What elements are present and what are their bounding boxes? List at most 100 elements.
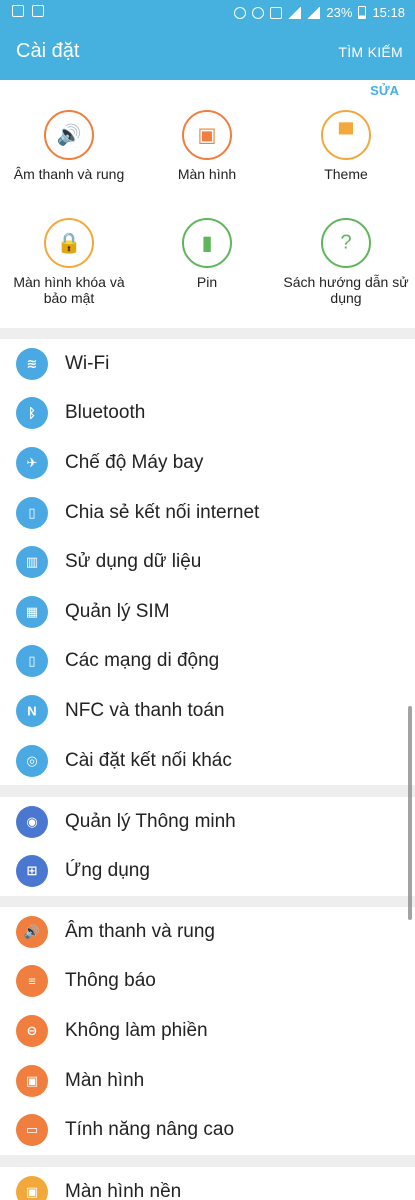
lock-icon: 🔒: [44, 218, 94, 268]
settings-item-label: Âm thanh và rung: [65, 920, 215, 942]
quick-setting-label: Âm thanh và rung: [13, 166, 125, 182]
sim-indicator-icon: [270, 6, 283, 19]
settings-item-label: Chia sẻ kết nối internet: [65, 501, 260, 523]
settings-item-label: Sử dụng dữ liệu: [65, 551, 202, 573]
settings-item-label: Không làm phiền: [65, 1019, 208, 1041]
advanced-features-icon: ▭: [16, 1114, 48, 1147]
settings-item-hotspot[interactable]: ▯ Chia sẻ kết nối internet: [0, 488, 415, 538]
speaker-icon: 🔊: [44, 110, 94, 160]
mobile-network-icon-glyph: ▯: [28, 653, 36, 669]
speaker-icon: 🔊: [16, 915, 48, 948]
wallpaper-icon: ▣: [16, 1175, 48, 1200]
mobile-network-icon: ▯: [16, 645, 48, 678]
battery-icon: ▮: [182, 218, 232, 268]
settings-item-display-settings[interactable]: ▣ Màn hình: [0, 1056, 415, 1106]
settings-item-bluetooth[interactable]: ᛒ Bluetooth: [0, 389, 415, 439]
quick-setting-label: Theme: [324, 166, 368, 182]
settings-item-label: Quản lý SIM: [65, 600, 170, 622]
signal-icon-2: [307, 6, 321, 19]
settings-item-sim-card[interactable]: ▦ Quản lý SIM: [0, 587, 415, 637]
settings-section-3: 🔊 Âm thanh và rung ≡ Thông báo ⊖ Không làm ph…: [0, 907, 415, 1155]
airplane-icon-glyph: ✈: [26, 454, 38, 470]
settings-item-speaker[interactable]: 🔊 Âm thanh và rung: [0, 907, 415, 957]
quick-setting-paintbrush[interactable]: ▀ Theme: [277, 110, 415, 182]
settings-item-label: Wi-Fi: [65, 352, 110, 374]
speaker-icon-glyph: 🔊: [23, 923, 41, 939]
settings-item-label: Thông báo: [65, 970, 156, 992]
settings-item-label: Cài đặt kết nối khác: [65, 749, 232, 771]
settings-item-notification[interactable]: ≡ Thông báo: [0, 957, 415, 1007]
lock-icon-glyph: 🔒: [56, 232, 82, 255]
quick-setting-battery[interactable]: ▮ Pin: [138, 218, 276, 290]
settings-item-smart-manager[interactable]: ◉ Quản lý Thông minh: [0, 797, 415, 847]
settings-item-do-not-disturb[interactable]: ⊖ Không làm phiền: [0, 1006, 415, 1056]
quick-setting-label: Màn hình: [177, 166, 237, 182]
battery-icon-glyph: ▮: [201, 232, 213, 255]
settings-item-more-connections[interactable]: ◎ Cài đặt kết nối khác: [0, 736, 415, 786]
settings-item-label: Bluetooth: [65, 402, 146, 424]
settings-item-label: Chế độ Máy bay: [65, 451, 204, 473]
quick-setting-label: Sách hướng dẫn sử dụng: [283, 274, 409, 306]
settings-section-1: ≋ Wi-Fi ᛒ Bluetooth ✈ Chế độ Máy bay ▯ Chia sẻ …: [0, 339, 415, 786]
apps-icon: ⊞: [16, 855, 48, 888]
settings-item-data-usage[interactable]: ▥ Sử dụng dữ liệu: [0, 537, 415, 587]
display-settings-icon: ▣: [182, 110, 232, 160]
scrollbar[interactable]: [408, 706, 412, 920]
data-usage-icon: ▥: [16, 546, 48, 579]
battery-percent: 23%: [326, 5, 353, 20]
clock: 15:18: [372, 5, 405, 20]
page-title: Cài đặt: [16, 40, 80, 62]
settings-section-2: ◉ Quản lý Thông minh ⊞ Ứng dụng: [0, 797, 415, 897]
display-settings-icon-glyph: ▣: [25, 1072, 39, 1088]
quick-setting-speaker[interactable]: 🔊 Âm thanh và rung: [0, 110, 138, 182]
settings-item-nfc[interactable]: N NFC và thanh toán: [0, 686, 415, 736]
apps-icon-glyph: ⊞: [26, 863, 38, 879]
mute-icon: [252, 6, 265, 19]
quick-setting-help-book[interactable]: ? Sách hướng dẫn sử dụng: [277, 218, 415, 306]
data-usage-icon-glyph: ▥: [25, 554, 39, 570]
quick-setting-label: Pin: [196, 274, 218, 290]
settings-item-label: Quản lý Thông minh: [65, 810, 236, 832]
settings-item-airplane[interactable]: ✈ Chế độ Máy bay: [0, 438, 415, 488]
airplane-icon: ✈: [16, 446, 48, 479]
more-connections-icon-glyph: ◎: [26, 752, 38, 768]
sim-card-icon-glyph: ▦: [25, 603, 39, 619]
bluetooth-icon-glyph: ᛒ: [28, 405, 36, 421]
quick-setting-display-settings[interactable]: ▣ Màn hình: [138, 110, 276, 182]
settings-item-apps[interactable]: ⊞ Ứng dụng: [0, 847, 415, 897]
quick-settings-panel: SỬA 🔊 Âm thanh và rung ▣ Màn hình ▀ Theme 🔒 Màn…: [0, 80, 415, 328]
settings-item-wallpaper[interactable]: ▣ Màn hình nền: [0, 1167, 415, 1200]
battery-icon: [358, 6, 367, 19]
settings-item-label: Các mạng di động: [65, 650, 220, 672]
smart-manager-icon-glyph: ◉: [26, 813, 38, 829]
hotspot-icon-glyph: ▯: [28, 504, 36, 520]
display-settings-icon-glyph: ▣: [197, 124, 217, 147]
nfc-icon-glyph: N: [27, 703, 37, 719]
display-settings-icon: ▣: [16, 1064, 48, 1097]
quick-setting-lock[interactable]: 🔒 Màn hình khóa và bảo mật: [0, 218, 138, 306]
image-notification-icon: [32, 5, 44, 17]
paintbrush-icon-glyph: ▀: [338, 123, 354, 146]
signal-icon: [288, 6, 302, 19]
edit-button[interactable]: SỬA: [370, 83, 399, 98]
alarm-icon: [234, 6, 247, 19]
settings-section-4: ▣ Màn hình nền: [0, 1167, 415, 1200]
hotspot-icon: ▯: [16, 496, 48, 529]
settings-item-wifi[interactable]: ≋ Wi-Fi: [0, 339, 415, 389]
speaker-icon-glyph: 🔊: [56, 124, 82, 147]
message-notification-icon: [12, 5, 24, 17]
settings-item-label: Màn hình nền: [65, 1180, 182, 1200]
wifi-icon-glyph: ≋: [26, 355, 38, 371]
do-not-disturb-icon: ⊖: [16, 1014, 48, 1047]
do-not-disturb-icon-glyph: ⊖: [26, 1022, 38, 1038]
wallpaper-icon-glyph: ▣: [25, 1183, 39, 1199]
settings-item-mobile-network[interactable]: ▯ Các mạng di động: [0, 637, 415, 687]
settings-item-label: NFC và thanh toán: [65, 699, 225, 721]
help-book-icon-glyph: ?: [340, 231, 352, 254]
settings-item-advanced-features[interactable]: ▭ Tính năng nâng cao: [0, 1105, 415, 1155]
nfc-icon: N: [16, 694, 48, 727]
sim-card-icon: ▦: [16, 595, 48, 628]
notification-icon-glyph: ≡: [28, 973, 36, 989]
settings-item-label: Ứng dụng: [65, 860, 150, 882]
search-button[interactable]: TÌM KIẾM: [338, 44, 403, 60]
